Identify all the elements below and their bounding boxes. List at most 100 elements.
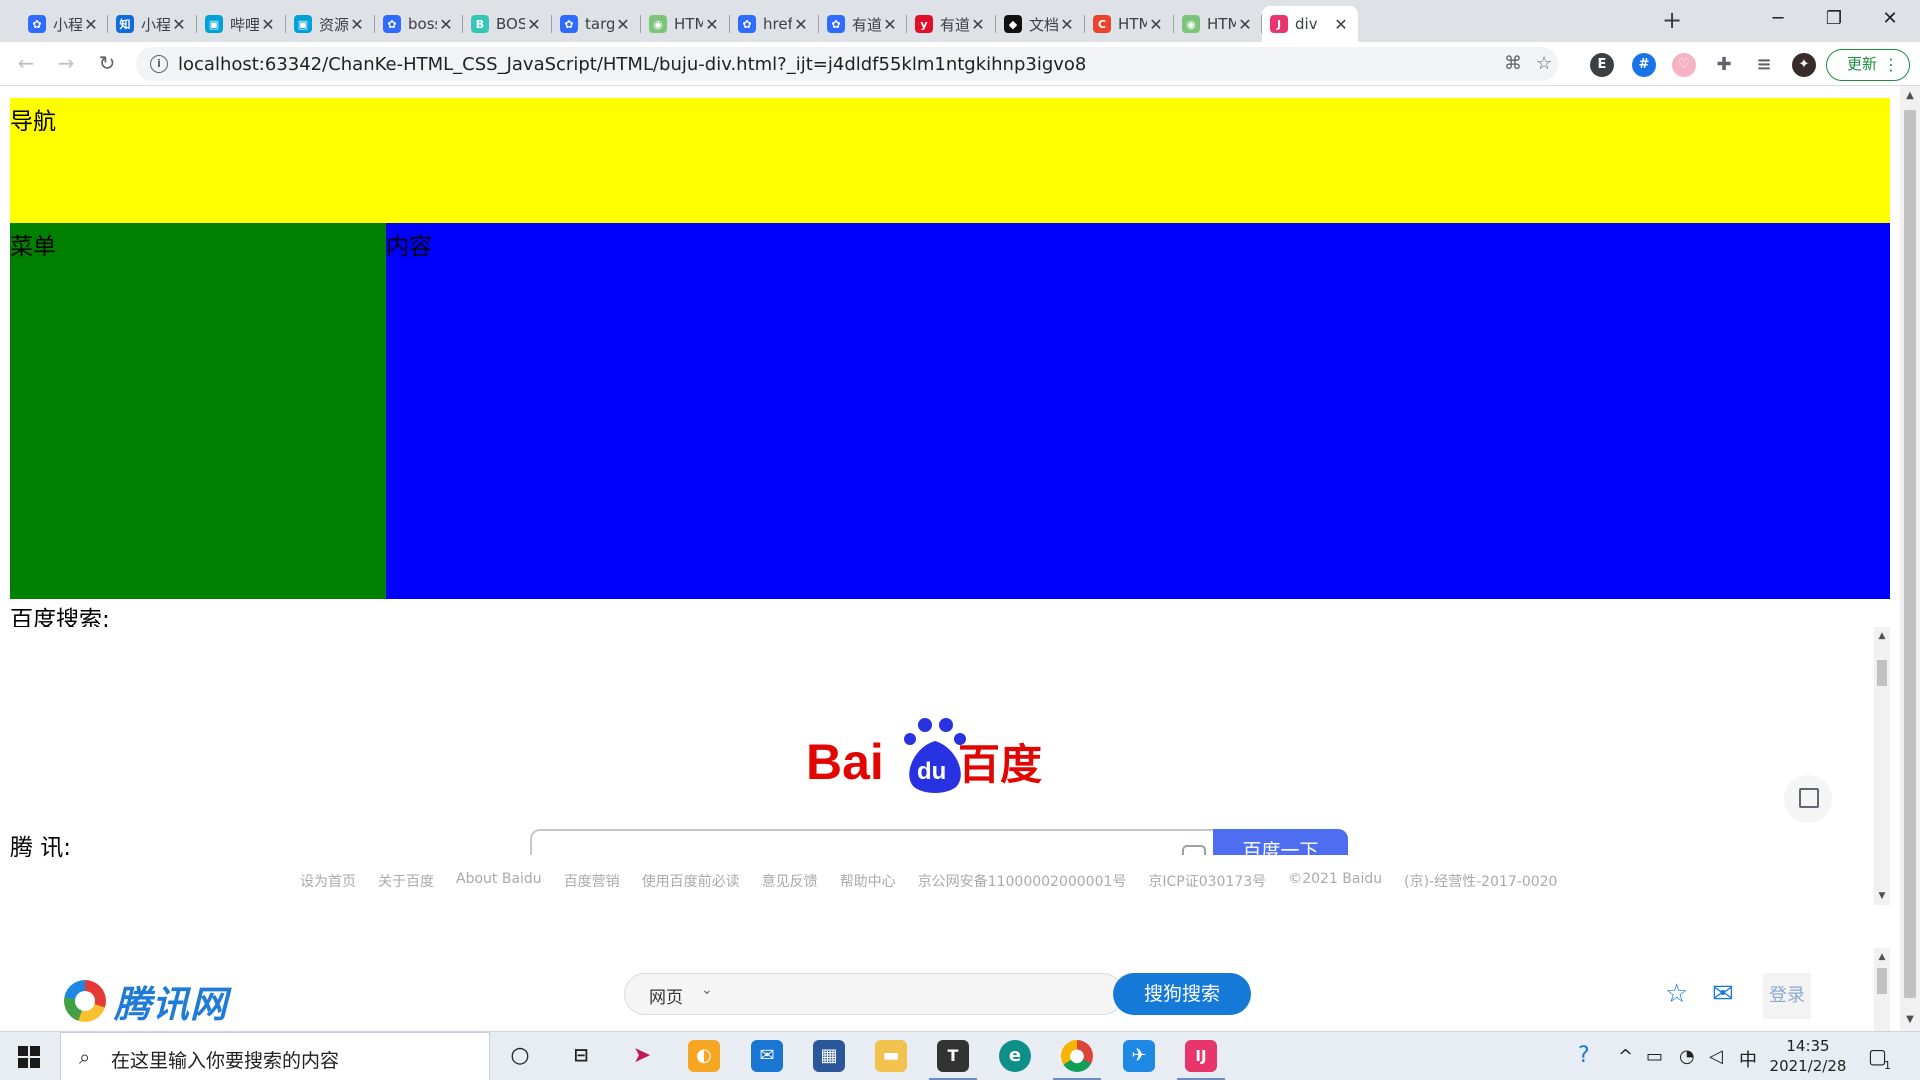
page-scroll-thumb[interactable] <box>1904 110 1916 998</box>
translate-icon[interactable]: ⌘ <box>1504 53 1522 74</box>
reading-list-icon[interactable]: ≡ <box>1752 53 1776 77</box>
mail-app-icon[interactable]: ✉ <box>751 1040 783 1072</box>
tab-close-icon[interactable]: ✕ <box>170 15 188 34</box>
hash-extension-icon[interactable]: # <box>1632 53 1656 77</box>
browser-menu-icon[interactable]: ⋮ <box>1883 50 1899 79</box>
browser-tab[interactable]: Jdiv ✕ <box>1261 6 1358 42</box>
ime-indicator[interactable]: 中 <box>1739 1046 1757 1072</box>
file-explorer-pie-app-icon[interactable]: ◐ <box>688 1040 720 1072</box>
mail-icon[interactable]: ✉ <box>1712 981 1734 1007</box>
help-icon[interactable]: ? <box>1578 1043 1590 1068</box>
tab-close-icon[interactable]: ✕ <box>437 15 455 34</box>
browser-tab[interactable]: ✿ 有道 ✕ <box>818 6 907 42</box>
scroll-up-icon[interactable]: ▲ <box>1877 631 1887 641</box>
tab-close-icon[interactable]: ✕ <box>703 15 721 34</box>
browser-tab[interactable]: C HTM ✕ <box>1084 6 1173 42</box>
browser-tab[interactable]: ✿ 小程 ✕ <box>20 6 108 42</box>
favorite-star-icon[interactable]: ☆ <box>1665 981 1688 1007</box>
baidu-footer-link[interactable]: (京)-经营性-2017-0020 <box>1404 871 1557 891</box>
pink-extension-icon[interactable]: ♡ <box>1672 53 1696 77</box>
tencent-login-button[interactable]: 登录 <box>1763 973 1811 1019</box>
baidu-footer-link[interactable]: 京ICP证030173号 <box>1148 871 1266 891</box>
baidu-footer-link[interactable]: 百度营销 <box>564 871 620 891</box>
clock[interactable]: 14:35 2021/2/28 <box>1768 1036 1848 1076</box>
tab-close-icon[interactable]: ✕ <box>525 15 543 34</box>
tab-close-icon[interactable]: ✕ <box>348 15 366 34</box>
restore-button[interactable]: ❐ <box>1806 0 1862 40</box>
edge-browser-icon[interactable]: e <box>999 1040 1031 1072</box>
baidu-iframe-scrollbar[interactable]: ▲ ▼ <box>1874 627 1890 905</box>
baidu-footer-link[interactable]: 京公网安备11000002000001号 <box>918 871 1127 891</box>
window-close-button[interactable]: ✕ <box>1862 0 1918 40</box>
typora-app-icon[interactable]: T <box>929 1040 977 1080</box>
task-view-icon[interactable]: ⊟ <box>565 1040 597 1072</box>
baidu-footer-link[interactable]: 意见反馈 <box>762 871 818 891</box>
tab-close-icon[interactable]: ✕ <box>1147 15 1165 34</box>
baidu-footer-link[interactable]: 使用百度前必读 <box>642 871 740 891</box>
update-button[interactable]: 更新 ⋮ <box>1826 49 1910 81</box>
qr-code-icon[interactable] <box>1784 775 1832 823</box>
browser-tab[interactable]: 知小程 ✕ <box>107 6 196 42</box>
intellij-app-icon[interactable]: IJ <box>1177 1040 1225 1080</box>
back-button[interactable]: ← <box>12 50 40 78</box>
browser-tab[interactable]: ◉ HTM ✕ <box>640 6 729 42</box>
tab-close-icon[interactable]: ✕ <box>1332 15 1350 34</box>
cortana-icon[interactable]: ○ <box>504 1040 536 1072</box>
taskbar-search-box[interactable]: ⌕ 在这里输入你要搜索的内容 <box>60 1032 490 1080</box>
tab-close-icon[interactable]: ✕ <box>1236 15 1254 34</box>
show-hidden-icons-icon[interactable]: ^ <box>1618 1046 1633 1067</box>
extensions-puzzle-icon[interactable]: ✚ <box>1712 53 1736 77</box>
tab-close-icon[interactable]: ✕ <box>614 15 632 34</box>
scroll-down-icon[interactable]: ▼ <box>1877 891 1887 901</box>
network-icon[interactable]: ◔ <box>1679 1046 1695 1067</box>
browser-tab[interactable]: ✿ boss✕ <box>374 6 463 42</box>
page-scrollbar[interactable]: ▲ ▼ <box>1900 86 1920 1031</box>
chevron-down-icon[interactable]: ⌄ <box>701 982 713 998</box>
tab-close-icon[interactable]: ✕ <box>969 15 987 34</box>
browser-tab[interactable]: B BOS ✕ <box>462 6 551 42</box>
tencent-logo[interactable]: 腾讯网 <box>64 974 228 1028</box>
store-app-icon[interactable]: ▦ <box>813 1040 845 1072</box>
browser-tab[interactable]: ✿ href ✕ <box>729 6 818 42</box>
tencent-iframe-scrollbar[interactable]: ▲ <box>1874 948 1890 1031</box>
baidu-footer-link[interactable]: 帮助中心 <box>840 871 896 891</box>
scroll-up-icon[interactable]: ▲ <box>1877 952 1887 962</box>
browser-tab[interactable]: ▣ 哔哩 ✕ <box>196 6 285 42</box>
tab-close-icon[interactable]: ✕ <box>792 15 810 34</box>
volume-icon[interactable]: ◁ <box>1709 1046 1723 1067</box>
browser-tab[interactable]: ◆ 文档 ✕ <box>995 6 1084 42</box>
tab-close-icon[interactable]: ✕ <box>1058 15 1076 34</box>
reload-button[interactable]: ↻ <box>93 50 121 78</box>
baidu-footer-link[interactable]: 设为首页 <box>300 871 356 891</box>
browser-tab[interactable]: ▣ 资源 ✕ <box>285 6 374 42</box>
address-bar[interactable]: i localhost:63342/ChanKe-HTML_CSS_JavaSc… <box>136 47 1558 81</box>
baidu-iframe[interactable]: Bai du 百度 百度一下 设为首页 关于百度 About Baidu 百度营销 使用… <box>10 627 1890 905</box>
tencent-search-input[interactable]: 网页 ⌄ <box>624 973 1124 1015</box>
forward-button[interactable]: → <box>52 50 80 78</box>
baidu-footer-link[interactable]: ©2021 Baidu <box>1288 871 1382 891</box>
url-text[interactable]: localhost:63342/ChanKe-HTML_CSS_JavaScri… <box>178 54 1086 75</box>
site-info-icon[interactable]: i <box>150 55 168 73</box>
browser-tab[interactable]: ◉ HTM ✕ <box>1173 6 1262 42</box>
new-tab-button[interactable]: + <box>1657 6 1687 36</box>
tencent-search-button[interactable]: 搜狗搜索 <box>1113 973 1251 1015</box>
browser-tab[interactable]: y 有道 ✕ <box>906 6 995 42</box>
baidu-footer-link[interactable]: 关于百度 <box>378 871 434 891</box>
search-type-select[interactable]: 网页 <box>649 983 683 1008</box>
profile-avatar[interactable]: ✦ <box>1792 53 1816 77</box>
battery-icon[interactable]: ▭ <box>1646 1046 1663 1067</box>
scroll-thumb[interactable] <box>1877 660 1887 686</box>
folder-app-icon[interactable]: ▬ <box>875 1040 907 1072</box>
baidu-footer-link[interactable]: About Baidu <box>456 871 542 891</box>
evernote-extension-icon[interactable]: E <box>1590 53 1614 77</box>
scroll-up-icon[interactable]: ▲ <box>1905 90 1915 101</box>
scroll-down-icon[interactable]: ▼ <box>1905 1014 1915 1025</box>
chrome-browser-icon[interactable]: ● <box>1053 1040 1101 1080</box>
tencent-iframe[interactable]: 腾讯网 网页 ⌄ 搜狗搜索 ☆ ✉ 登录 新闻视频图片军事体育NBA娱乐财经科技… <box>10 948 1890 1031</box>
bird-app-icon[interactable]: ✈ <box>1123 1040 1155 1072</box>
tab-close-icon[interactable]: ✕ <box>259 15 277 34</box>
bookmark-star-icon[interactable]: ☆ <box>1536 53 1552 74</box>
windows-start-icon[interactable] <box>18 1046 40 1068</box>
tab-close-icon[interactable]: ✕ <box>881 15 899 34</box>
tab-close-icon[interactable]: ✕ <box>82 15 100 34</box>
